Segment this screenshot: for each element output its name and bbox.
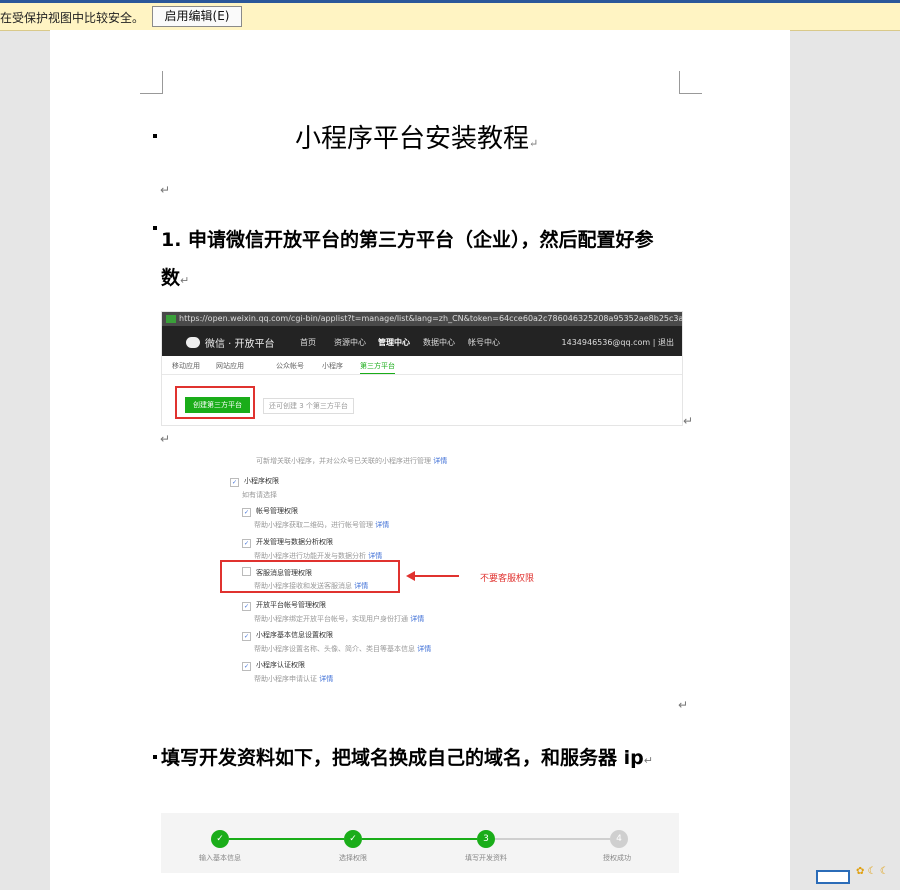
permission-group: ✓ 小程序权限 如有请选择 <box>230 477 279 499</box>
paragraph-mark: ↵ <box>160 183 171 197</box>
margin-corner-top-left <box>140 71 163 94</box>
permission-top-line: 可新增关联小程序，并对公众号已关联的小程序进行管理 详情 <box>256 457 448 465</box>
annotation-arrow <box>411 575 459 577</box>
permission-item: ✓ 开放平台帐号管理权限 帮助小程序绑定开放平台帐号，实现用户身份打通 详情 <box>242 601 425 623</box>
protected-view-bar: 在受保护视图中比较安全。 启用编辑(E) <box>0 3 900 31</box>
permission-item: ✓ 开发管理与数据分析权限 帮助小程序进行功能开发与数据分析 详情 <box>242 538 383 560</box>
tab-third-party: 第三方平台 <box>360 361 395 374</box>
open-platform-logo: 微信 · 开放平台 <box>186 335 275 350</box>
step-connector <box>229 838 344 840</box>
url-text: https://open.weixin.qq.com/cgi-bin/appli… <box>179 314 682 323</box>
checkbox-checked: ✓ <box>242 539 251 548</box>
tab-official-accounts: 公众帐号 <box>276 362 304 370</box>
nav-home: 首页 <box>300 338 316 347</box>
tab-web-apps: 网站应用 <box>216 362 244 370</box>
step-label: 输入基本信息 <box>199 854 241 862</box>
bullet-marker <box>153 226 157 230</box>
nav-account: 帐号中心 <box>468 338 500 347</box>
checkbox-checked: ✓ <box>242 632 251 641</box>
account-email: 1434946536@qq.com | 退出 <box>561 338 674 347</box>
step-connector <box>362 838 477 840</box>
step-3-number: 3 <box>477 830 495 848</box>
bullet-marker <box>153 755 157 759</box>
checkbox-checked: ✓ <box>242 602 251 611</box>
step-2-check-icon: ✓ <box>344 830 362 848</box>
screenshot-progress-steps: ✓ ✓ 3 4 输入基本信息 选择权限 填写开发资料 授权成功 <box>161 813 679 873</box>
permission-item: ✓ 小程序认证权限 帮助小程序申请认证 详情 <box>242 661 334 683</box>
margin-corner-top-right <box>679 71 702 94</box>
paragraph-mark: ↵ <box>160 432 171 446</box>
step-1-check-icon: ✓ <box>211 830 229 848</box>
nav-management: 管理中心 <box>378 338 410 347</box>
step-connector <box>495 838 610 840</box>
step-label: 选择权限 <box>339 854 367 862</box>
step-label: 授权成功 <box>603 854 631 862</box>
tab-mini-programs: 小程序 <box>322 362 343 370</box>
step-4-number: 4 <box>610 830 628 848</box>
secure-lock-icon <box>166 314 176 323</box>
permission-item: ✓ 小程序基本信息设置权限 帮助小程序设置名称、头像、简介、类目等基本信息 详情 <box>242 631 432 653</box>
paragraph-mark: ↵ <box>678 698 689 712</box>
enable-editing-button[interactable]: 启用编辑(E) <box>152 6 242 27</box>
tray-status-icons[interactable]: ✿ ☾ ☾ <box>856 866 889 877</box>
open-platform-header: 微信 · 开放平台 首页 资源中心 管理中心 数据中心 帐号中心 1434946… <box>162 326 682 356</box>
highlight-box <box>175 386 255 419</box>
nav-resources: 资源中心 <box>334 338 366 347</box>
checkbox-checked: ✓ <box>242 662 251 671</box>
wechat-icon <box>186 337 200 348</box>
screenshot-permissions: 可新增关联小程序，并对公众号已关联的小程序进行管理 详情 ✓ 小程序权限 如有请选择… <box>180 450 680 705</box>
highlight-box <box>220 560 400 593</box>
create-quota-note: 还可创建 3 个第三方平台 <box>263 398 354 414</box>
checkbox-checked: ✓ <box>242 508 251 517</box>
nav-data: 数据中心 <box>423 338 455 347</box>
permission-item: ✓ 帐号管理权限 帮助小程序获取二维码，进行帐号管理 详情 <box>242 507 390 529</box>
paragraph-mark: ↵ <box>683 414 694 428</box>
document-title: 小程序平台安装教程↵ <box>295 124 539 154</box>
browser-address-bar: https://open.weixin.qq.com/cgi-bin/appli… <box>162 312 682 326</box>
heading-step-1-continued: 数↵ <box>161 267 190 289</box>
step-label: 填写开发资料 <box>465 854 507 862</box>
tab-mobile-apps: 移动应用 <box>172 362 200 370</box>
app-type-tabs: 移动应用 网站应用 公众帐号 小程序 第三方平台 <box>162 356 682 375</box>
protected-view-message: 在受保护视图中比较安全。 <box>0 11 145 25</box>
bullet-marker <box>153 134 157 138</box>
annotation-text: 不要客服权限 <box>480 574 535 584</box>
heading-step-2: 填写开发资料如下，把域名换成自己的域名，和服务器 ip↵ <box>161 747 653 769</box>
screenshot-open-platform: https://open.weixin.qq.com/cgi-bin/appli… <box>161 311 683 426</box>
heading-step-1: 1. 申请微信开放平台的第三方平台（企业），然后配置好参 <box>161 229 654 251</box>
input-method-icon[interactable] <box>816 870 850 884</box>
document-page: 小程序平台安装教程↵ ↵ 1. 申请微信开放平台的第三方平台（企业），然后配置好… <box>50 30 790 890</box>
checkbox-checked: ✓ <box>230 478 239 487</box>
